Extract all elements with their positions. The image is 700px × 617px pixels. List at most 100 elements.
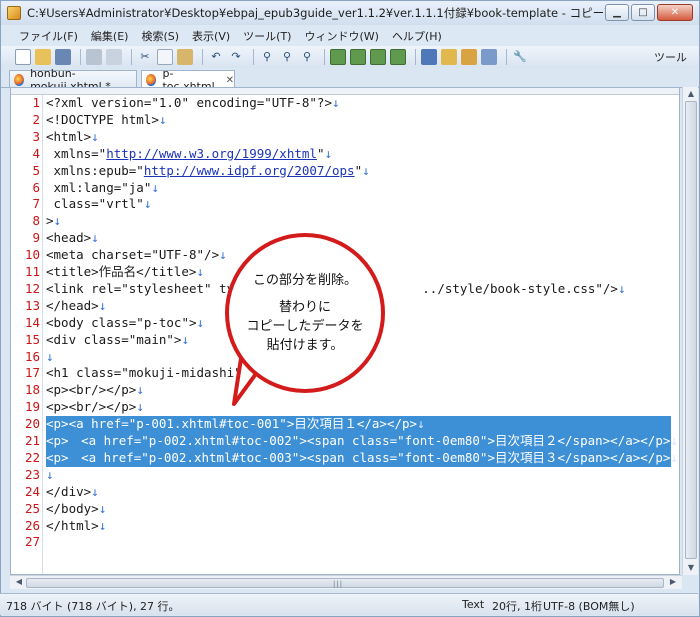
selected-code-line[interactable]: <p> <a href="p-002.xhtml#toc-003"><span … — [46, 449, 678, 467]
plugin-icon[interactable] — [481, 49, 497, 65]
line-number: 14 — [24, 314, 40, 330]
view-mode-1-icon[interactable] — [330, 49, 346, 65]
status-encoding[interactable]: UTF-8 (BOM無し) — [543, 598, 635, 614]
status-mode[interactable]: Text — [462, 598, 484, 611]
scroll-right-icon[interactable]: ▶ — [666, 577, 680, 586]
code-line[interactable]: <html>↓ — [46, 129, 99, 146]
callout-line-3: コピーしたデータを — [246, 319, 364, 334]
code-line[interactable]: <head>↓ — [46, 230, 99, 247]
save-icon[interactable] — [55, 49, 71, 65]
callout-line-2: 替わりに — [278, 300, 331, 315]
code-line[interactable]: >↓ — [46, 213, 61, 230]
scroll-left-icon[interactable]: ◀ — [12, 577, 26, 586]
line-number: 7 — [32, 196, 40, 212]
view-mode-4-icon[interactable] — [390, 49, 406, 65]
find-icon[interactable]: ⚲ — [259, 49, 275, 65]
code-line[interactable]: <h1 class="mokuji-midashi">↓ — [46, 365, 257, 382]
menu-file[interactable]: ファイル(F) — [19, 28, 78, 44]
horizontal-scrollbar[interactable]: ◀ ||| ▶ — [10, 575, 682, 589]
code-line[interactable]: </div>↓ — [46, 484, 99, 501]
url-link[interactable]: http://www.idpf.org/2007/ops — [144, 163, 355, 178]
code-line[interactable]: <div class="main">↓ — [46, 332, 189, 349]
new-file-icon[interactable] — [15, 49, 31, 65]
menu-view[interactable]: 表示(V) — [192, 28, 230, 44]
toolbar-separator — [253, 49, 254, 65]
copy-icon[interactable] — [157, 49, 173, 65]
print-preview-icon[interactable] — [106, 49, 122, 65]
newline-mark: ↓ — [136, 382, 144, 398]
menu-edit[interactable]: 編集(E) — [91, 28, 129, 44]
line-number: 18 — [24, 382, 40, 398]
tab-honbun-mokuji[interactable]: honbun-mokuji.xhtml * — [9, 67, 137, 93]
code-line[interactable]: <p><br/></p>↓ — [46, 382, 144, 399]
newline-mark: ↓ — [331, 95, 340, 110]
settings-icon[interactable] — [441, 49, 457, 65]
tools-label[interactable]: ツール — [654, 49, 687, 65]
newline-mark: ↓ — [181, 331, 189, 347]
menu-tools[interactable]: ツール(T) — [243, 28, 291, 44]
horizontal-scroll-thumb[interactable]: ||| — [26, 578, 664, 588]
view-mode-2-icon[interactable] — [350, 49, 366, 65]
code-line[interactable]: class="vrtl"↓ — [46, 196, 152, 213]
browser-icon — [146, 74, 157, 86]
code-line[interactable]: xml:lang="ja"↓ — [46, 180, 159, 197]
minimize-button[interactable]: ▁ — [605, 4, 629, 21]
paste-icon[interactable] — [177, 49, 193, 65]
browser-icon — [14, 73, 25, 86]
window-list-icon[interactable] — [421, 49, 437, 65]
find-next-icon[interactable]: ⚲ — [279, 49, 295, 65]
scroll-up-icon[interactable]: ▲ — [684, 89, 698, 98]
wrench-icon[interactable]: 🔧 — [512, 49, 528, 65]
menu-help[interactable]: ヘルプ(H) — [392, 28, 442, 44]
code-line[interactable]: <?xml version="1.0" encoding="UTF-8"?>↓ — [46, 95, 340, 112]
code-line[interactable]: </html>↓ — [46, 518, 106, 535]
undo-icon[interactable]: ↶ — [208, 49, 224, 65]
menu-search[interactable]: 検索(S) — [141, 28, 179, 44]
newline-mark: ↓ — [196, 264, 204, 279]
line-number: 2 — [32, 111, 40, 127]
toolbar: ✂ ↶ ↷ ⚲ ⚲ ⚲ 🔧 ツール — [1, 46, 699, 68]
code-line[interactable]: <p><br/></p>↓ — [46, 399, 144, 416]
line-number: 12 — [24, 280, 40, 296]
toolbar-separator — [131, 49, 132, 65]
code-line[interactable]: xmlns="http://www.w3.org/1999/xhtml"↓ — [46, 146, 332, 163]
code-line[interactable]: <title>作品名</title>↓ — [46, 264, 204, 281]
newline-mark: ↓ — [143, 196, 152, 212]
url-link[interactable]: http://www.w3.org/1999/xhtml — [106, 146, 317, 161]
redo-icon[interactable]: ↷ — [228, 49, 244, 65]
code-line[interactable]: <body class="p-toc">↓ — [46, 315, 204, 332]
code-line[interactable]: </body>↓ — [46, 501, 106, 518]
replace-icon[interactable]: ⚲ — [299, 49, 315, 65]
newline-mark: ↓ — [417, 416, 425, 432]
scroll-down-icon[interactable]: ▼ — [684, 563, 698, 572]
code-line[interactable]: xmlns:epub="http://www.idpf.org/2007/ops… — [46, 163, 370, 180]
toolbar-separator — [80, 49, 81, 65]
view-mode-3-icon[interactable] — [370, 49, 386, 65]
cut-icon[interactable]: ✂ — [137, 49, 153, 65]
tab-close-icon[interactable]: ✕ — [226, 75, 234, 86]
line-number: 17 — [24, 365, 40, 381]
macro-icon[interactable] — [461, 49, 477, 65]
code-line[interactable]: ↓ — [46, 349, 54, 366]
open-folder-icon[interactable] — [35, 49, 51, 65]
newline-mark: ↓ — [196, 314, 205, 330]
line-number: 1 — [32, 95, 40, 110]
line-number: 21 — [24, 433, 40, 448]
print-icon[interactable] — [86, 49, 102, 65]
selected-code-line[interactable]: <p><a href="p-001.xhtml#toc-001">目次項目１</… — [46, 416, 671, 433]
menu-window[interactable]: ウィンドウ(W) — [304, 28, 378, 44]
code-line[interactable]: <meta charset="UTF-8"/>↓ — [46, 247, 227, 264]
code-line[interactable]: ↓ — [46, 467, 54, 484]
newline-mark: ↓ — [219, 247, 227, 263]
maximize-button[interactable]: □ — [631, 4, 655, 21]
vertical-scroll-thumb[interactable] — [685, 101, 697, 559]
status-cursor-position: 20行, 1桁 — [492, 600, 542, 613]
close-button[interactable]: ✕ — [657, 4, 693, 21]
selected-code-line[interactable]: <p> <a href="p-002.xhtml#toc-002"><span … — [46, 433, 678, 450]
newline-mark: ↓ — [617, 280, 626, 296]
code-line[interactable]: <!DOCTYPE html>↓ — [46, 112, 166, 129]
newline-mark: ↓ — [46, 348, 54, 364]
vertical-scrollbar[interactable]: ▲ ▼ — [682, 87, 698, 575]
line-number: 15 — [24, 331, 40, 347]
code-line[interactable]: </head>↓ — [46, 298, 106, 315]
